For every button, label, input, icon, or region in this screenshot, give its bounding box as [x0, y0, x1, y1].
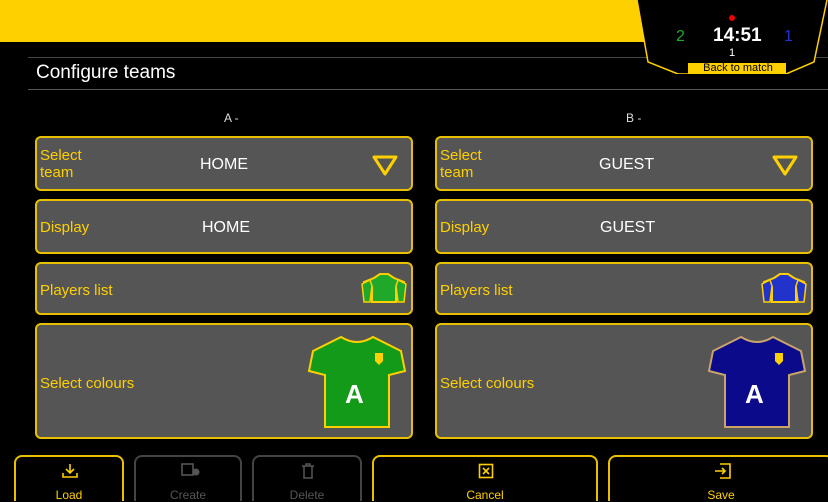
create-label: Create	[169, 488, 207, 502]
top-status-bar	[0, 0, 650, 42]
divider	[28, 89, 828, 90]
load-label: Load	[55, 488, 83, 502]
load-button[interactable]: Load	[14, 455, 124, 502]
download-icon	[62, 464, 78, 478]
players-list-label: Players list	[440, 282, 513, 299]
selected-team-value: GUEST	[599, 156, 655, 173]
guest-score: 1	[784, 28, 793, 45]
select-team-label: Select team	[40, 147, 82, 181]
page-title: Configure teams	[36, 62, 176, 83]
create-button[interactable]: Create	[134, 455, 242, 502]
close-box-icon	[478, 463, 494, 479]
display-value: GUEST	[600, 219, 656, 236]
cancel-label: Cancel	[466, 488, 504, 502]
players-list-label: Players list	[40, 282, 113, 299]
team-b-players-list-button[interactable]: Players list	[435, 262, 813, 315]
select-colours-label: Select colours	[440, 375, 535, 392]
trash-icon	[302, 463, 314, 479]
shirt-letter: A	[745, 379, 764, 409]
back-to-match-label: Back to match	[703, 62, 773, 74]
match-clock: 14:51	[713, 25, 762, 46]
team-b-select-colours-button[interactable]: Select colours A	[435, 323, 813, 439]
select-team-label: Select team	[440, 147, 482, 181]
select-colours-label: Select colours	[40, 375, 135, 392]
team-a-select-colours-button[interactable]: Select colours A	[35, 323, 413, 439]
delete-label: Delete	[289, 488, 325, 502]
players-shirts-icon	[361, 273, 407, 303]
chevron-down-icon	[372, 155, 398, 176]
cancel-button[interactable]: Cancel	[372, 455, 598, 502]
create-icon	[181, 463, 200, 476]
delete-button[interactable]: Delete	[252, 455, 362, 502]
team-b-select-dropdown[interactable]: Select team GUEST	[435, 136, 813, 191]
period-indicator: 1	[729, 47, 736, 59]
save-label: Save	[707, 488, 735, 502]
display-value: HOME	[202, 219, 250, 236]
display-label: Display	[440, 219, 490, 236]
team-a-display-field[interactable]: Display HOME	[35, 199, 413, 254]
team-a-select-dropdown[interactable]: Select team HOME	[35, 136, 413, 191]
column-b-header: B -	[626, 111, 642, 125]
display-label: Display	[40, 219, 90, 236]
shirt-letter: A	[345, 379, 364, 409]
save-button[interactable]: Save	[608, 455, 828, 502]
team-a-players-list-button[interactable]: Players list	[35, 262, 413, 315]
selected-team-value: HOME	[200, 156, 248, 173]
home-score: 2	[676, 28, 685, 45]
chevron-down-icon	[772, 155, 798, 176]
back-to-match-scoreboard[interactable]: 2 14:51 1 1 Back to match	[636, 0, 828, 75]
team-b-display-field[interactable]: Display GUEST	[435, 199, 813, 254]
players-shirts-icon	[761, 273, 807, 303]
column-a-header: A -	[224, 111, 239, 125]
save-arrow-icon	[715, 463, 731, 479]
